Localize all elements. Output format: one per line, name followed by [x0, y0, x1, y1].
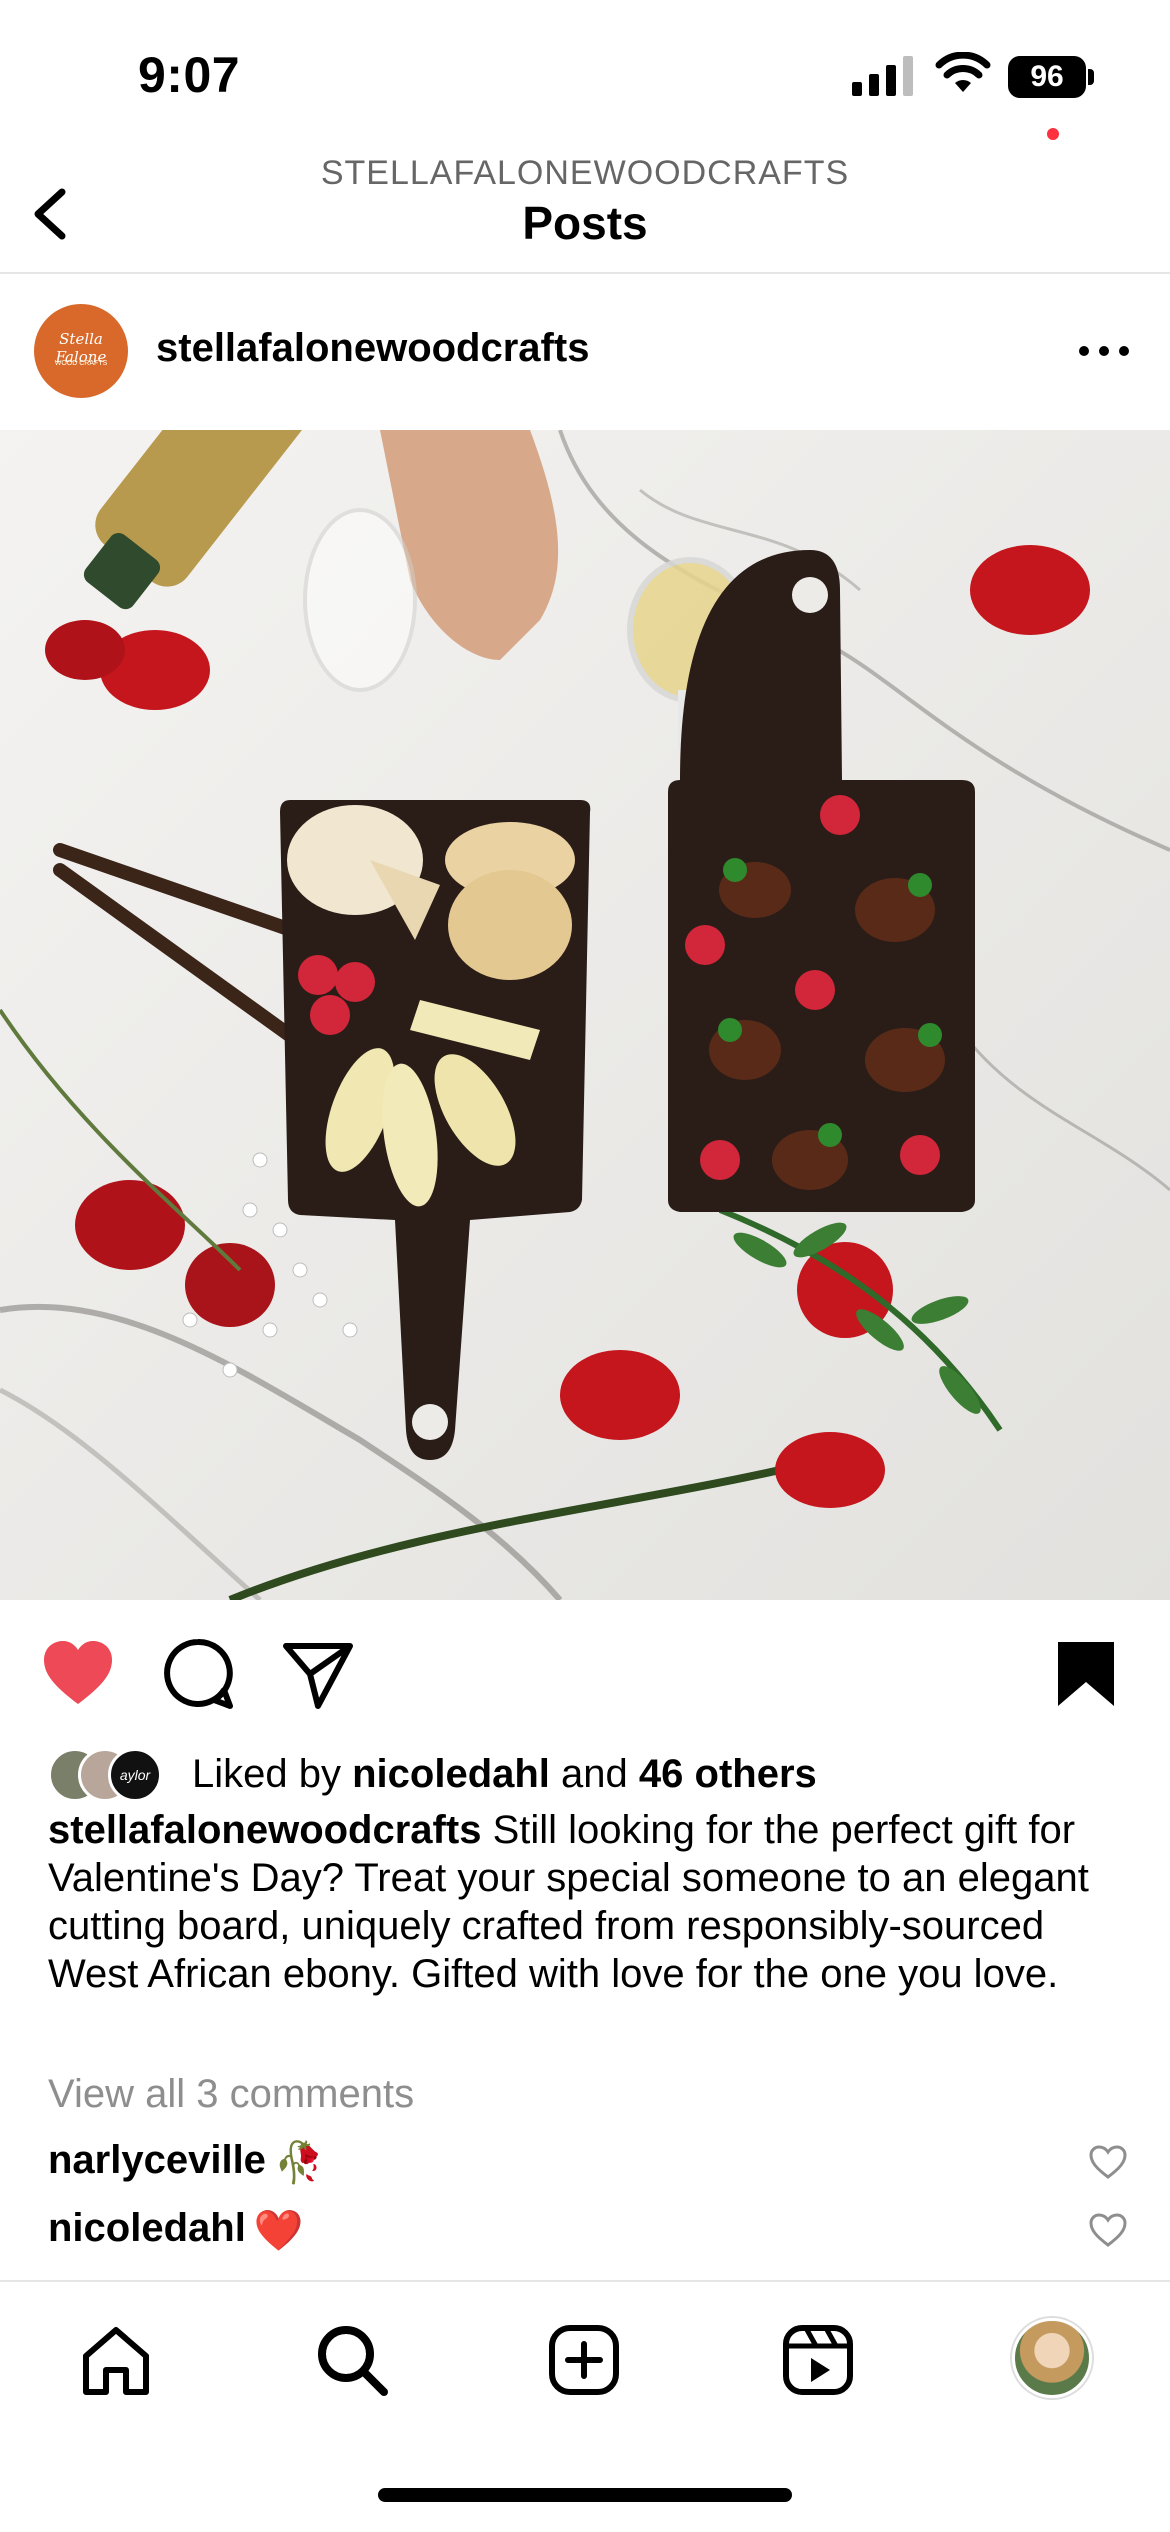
- post-header: Stella Falone WOOD CRAFTS stellafalonewo…: [0, 276, 1170, 430]
- share-icon[interactable]: [280, 1636, 356, 1712]
- status-time: 9:07: [138, 47, 241, 103]
- post-image[interactable]: [0, 430, 1170, 1600]
- status-bar: 9:07 96: [0, 0, 1170, 150]
- comment-like-heart-icon[interactable]: [1088, 2144, 1128, 2180]
- cellular-signal-icon: [852, 56, 913, 96]
- liked-by-user[interactable]: nicoledahl: [352, 1752, 550, 1796]
- comment-username[interactable]: nicoledahl: [48, 2206, 246, 2250]
- search-icon[interactable]: [312, 2320, 392, 2400]
- comment-item: nicoledahl ❤️: [48, 2206, 1128, 2262]
- post-caption: stellafalonewoodcrafts Still looking for…: [48, 1806, 1128, 1998]
- header-subtitle: STELLAFALONEWOODCRAFTS: [320, 154, 850, 192]
- comment-username[interactable]: narlyceville: [48, 2138, 266, 2182]
- post-actions: [0, 1600, 1170, 1740]
- comment-emoji: 🥀: [273, 2140, 324, 2185]
- comment-item: narlyceville 🥀: [48, 2138, 1128, 2194]
- view-all-comments-link[interactable]: View all 3 comments: [48, 2072, 414, 2117]
- notification-dot: [1047, 128, 1059, 140]
- battery-cap: [1088, 69, 1094, 85]
- liked-by-row[interactable]: aylor Liked by nicoledahl and 46 others: [48, 1744, 1128, 1804]
- add-icon[interactable]: [544, 2320, 624, 2400]
- post-username[interactable]: stellafalonewoodcrafts: [156, 326, 589, 371]
- comment-icon[interactable]: [160, 1636, 236, 1712]
- post-photo: [0, 430, 1170, 1600]
- avatar-logo-subtext: WOOD CRAFTS: [54, 360, 108, 367]
- bookmark-icon[interactable]: [1048, 1636, 1124, 1712]
- comment-emoji: ❤️: [253, 2208, 304, 2253]
- comment-like-heart-icon[interactable]: [1088, 2212, 1128, 2248]
- avatar[interactable]: Stella Falone WOOD CRAFTS: [34, 304, 128, 398]
- more-icon[interactable]: [1076, 336, 1132, 366]
- liked-by-and: and: [561, 1752, 628, 1796]
- page-title: Posts: [522, 197, 648, 249]
- reels-icon[interactable]: [778, 2320, 858, 2400]
- battery-level: 96: [1008, 56, 1086, 98]
- battery-indicator: 96: [1008, 56, 1094, 98]
- liked-by-others[interactable]: 46 others: [639, 1752, 817, 1796]
- liked-by-prefix: Liked by: [192, 1752, 341, 1796]
- profile-avatar-tab[interactable]: [1012, 2318, 1092, 2398]
- heart-icon[interactable]: [40, 1636, 116, 1712]
- liked-by-text: Liked by nicoledahl and 46 others: [192, 1752, 817, 1797]
- home-icon[interactable]: [76, 2320, 156, 2400]
- top-header: STELLAFALONEWOODCRAFTS Posts: [0, 150, 1170, 274]
- caption-username[interactable]: stellafalonewoodcrafts: [48, 1808, 481, 1852]
- liker-avatar: aylor: [108, 1748, 162, 1802]
- home-indicator: [378, 2488, 792, 2502]
- wifi-icon: [935, 52, 991, 92]
